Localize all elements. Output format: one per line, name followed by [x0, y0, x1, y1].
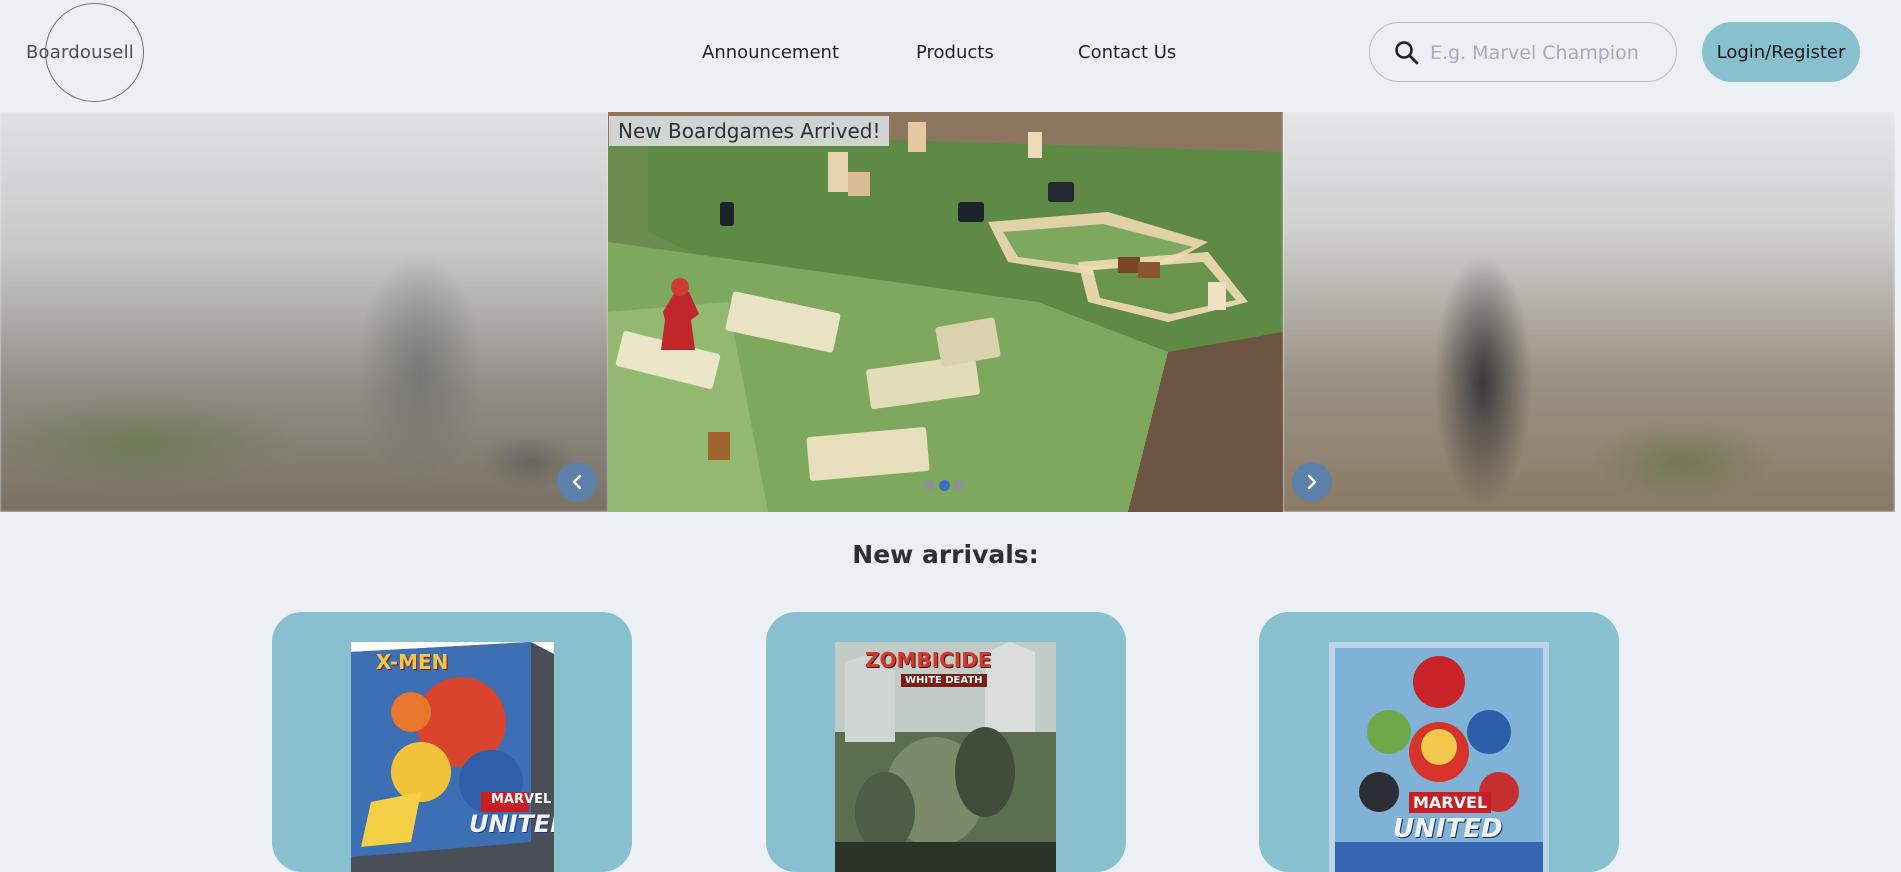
cover-title-bottom: WHITE DEATH	[901, 674, 987, 687]
carousel-indicators	[924, 476, 969, 495]
new-arrivals-heading: New arrivals:	[852, 540, 1039, 569]
cover-title-top: ZOMBICIDE	[865, 648, 992, 672]
search-icon[interactable]	[1394, 40, 1420, 66]
carousel-next-button[interactable]	[1292, 462, 1332, 502]
cover-title-top: X-MEN	[376, 650, 449, 674]
product-card[interactable]: ZOMBICIDE WHITE DEATH	[766, 612, 1126, 872]
logo-text[interactable]: Boardousell	[26, 42, 134, 63]
cover-brand: MARVEL	[491, 792, 552, 807]
cover-title-bottom: UNITED	[1393, 814, 1503, 844]
nav-contact-us[interactable]: Contact Us	[1078, 42, 1176, 63]
search-input[interactable]	[1430, 39, 1660, 67]
carousel-active-slide-image	[608, 112, 1283, 512]
cover-brand: MARVEL	[1409, 792, 1492, 813]
product-cover-image[interactable]: ZOMBICIDE WHITE DEATH	[835, 642, 1056, 872]
boardgame-photo	[608, 112, 1283, 512]
site-header: Boardousell Announcement Products Contac…	[0, 0, 1901, 112]
chevron-right-icon	[1307, 474, 1317, 490]
carousel-next-slide-image	[1283, 112, 1895, 512]
chevron-left-icon	[572, 474, 582, 490]
login-register-button[interactable]: Login/Register	[1702, 22, 1860, 82]
carousel-caption: New Boardgames Arrived!	[609, 116, 890, 146]
carousel-prev-button[interactable]	[557, 462, 597, 502]
carousel-dot[interactable]	[954, 480, 965, 491]
nav-announcement[interactable]: Announcement	[702, 42, 839, 63]
hero-carousel: New Boardgames Arrived!	[0, 112, 1895, 512]
product-card[interactable]: MARVEL UNITED	[1259, 612, 1619, 872]
carousel-dot-active[interactable]	[939, 480, 950, 491]
carousel-prev-slide-image	[0, 112, 608, 512]
carousel-dot[interactable]	[924, 480, 935, 491]
cover-title-bottom: UNITED	[469, 810, 554, 838]
nav-products[interactable]: Products	[916, 42, 994, 63]
product-cover-image[interactable]: X-MEN MARVEL UNITED	[351, 642, 554, 872]
product-card[interactable]: X-MEN MARVEL UNITED	[272, 612, 632, 872]
search-box[interactable]	[1369, 22, 1677, 82]
product-cover-image[interactable]: MARVEL UNITED	[1329, 642, 1549, 872]
